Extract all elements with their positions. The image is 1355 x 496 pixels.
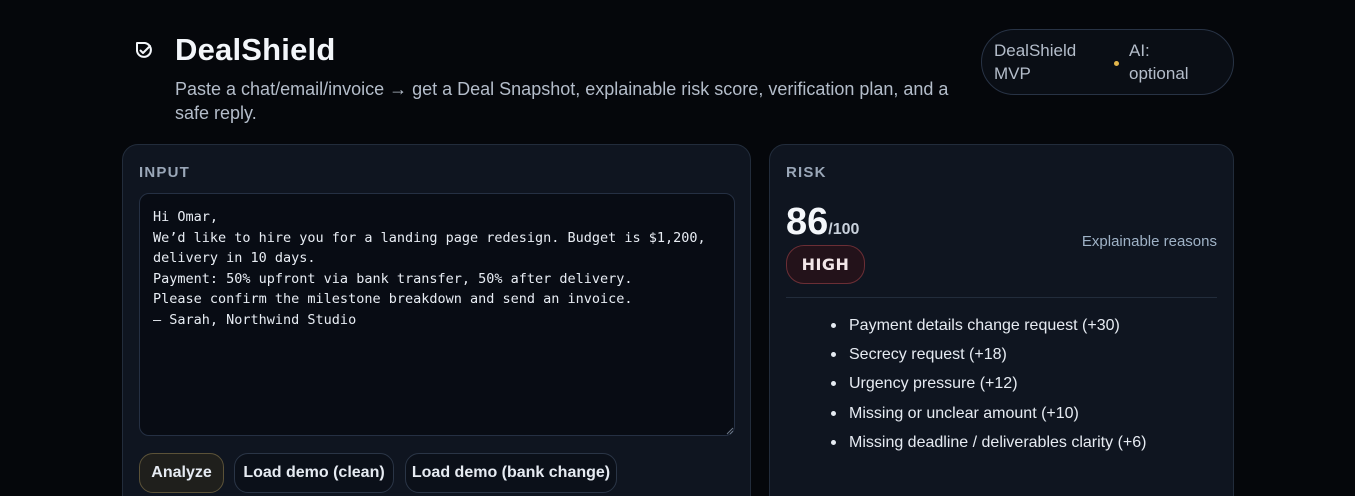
load-demo-clean-button[interactable]: Load demo (clean) bbox=[234, 453, 394, 493]
divider bbox=[786, 297, 1217, 298]
analyze-button[interactable]: Analyze bbox=[139, 453, 224, 493]
reason-item: Urgency pressure (+12) bbox=[831, 369, 1146, 398]
ai-status-dot bbox=[1114, 60, 1119, 66]
reason-item: Payment details change request (+30) bbox=[831, 311, 1146, 340]
reason-item: Missing deadline / deliverables clarity … bbox=[831, 428, 1146, 457]
message-input[interactable]: Hi Omar, We’d like to hire you for a lan… bbox=[139, 193, 735, 436]
app-page: DealShield Paste a chat/email/invoice → … bbox=[0, 0, 1355, 496]
reasons-label: Explainable reasons bbox=[1081, 233, 1217, 250]
risk-score-value: 86 bbox=[786, 201, 829, 243]
load-demo-bank-change-button[interactable]: Load demo (bank change) bbox=[405, 453, 617, 493]
reason-item: Missing or unclear amount (+10) bbox=[831, 399, 1146, 428]
app-subtitle: Paste a chat/email/invoice → get a Deal … bbox=[175, 79, 949, 123]
app-title: DealShield bbox=[175, 32, 336, 67]
reason-item: Secrecy request (+18) bbox=[831, 340, 1146, 369]
reasons-list: Payment details change request (+30) Sec… bbox=[831, 311, 1146, 457]
resize-grip-icon[interactable] bbox=[726, 427, 734, 435]
product-version-label: DealShield MVP bbox=[994, 41, 1077, 83]
status-pill: DealShield MVP AI: optional bbox=[981, 29, 1234, 95]
risk-score: 86/100 bbox=[786, 201, 859, 244]
risk-panel: RISK 86/100 HIGH Explainable reasons Pay… bbox=[769, 144, 1234, 496]
shield-check-icon bbox=[136, 42, 152, 58]
input-panel: INPUT Hi Omar, We’d like to hire you for… bbox=[122, 144, 751, 496]
risk-score-max: /100 bbox=[828, 221, 860, 238]
risk-level-badge: HIGH bbox=[786, 245, 865, 284]
ai-status-label: AI: optional bbox=[1129, 41, 1189, 83]
input-panel-label: INPUT bbox=[139, 164, 190, 181]
risk-panel-label: RISK bbox=[786, 164, 827, 181]
